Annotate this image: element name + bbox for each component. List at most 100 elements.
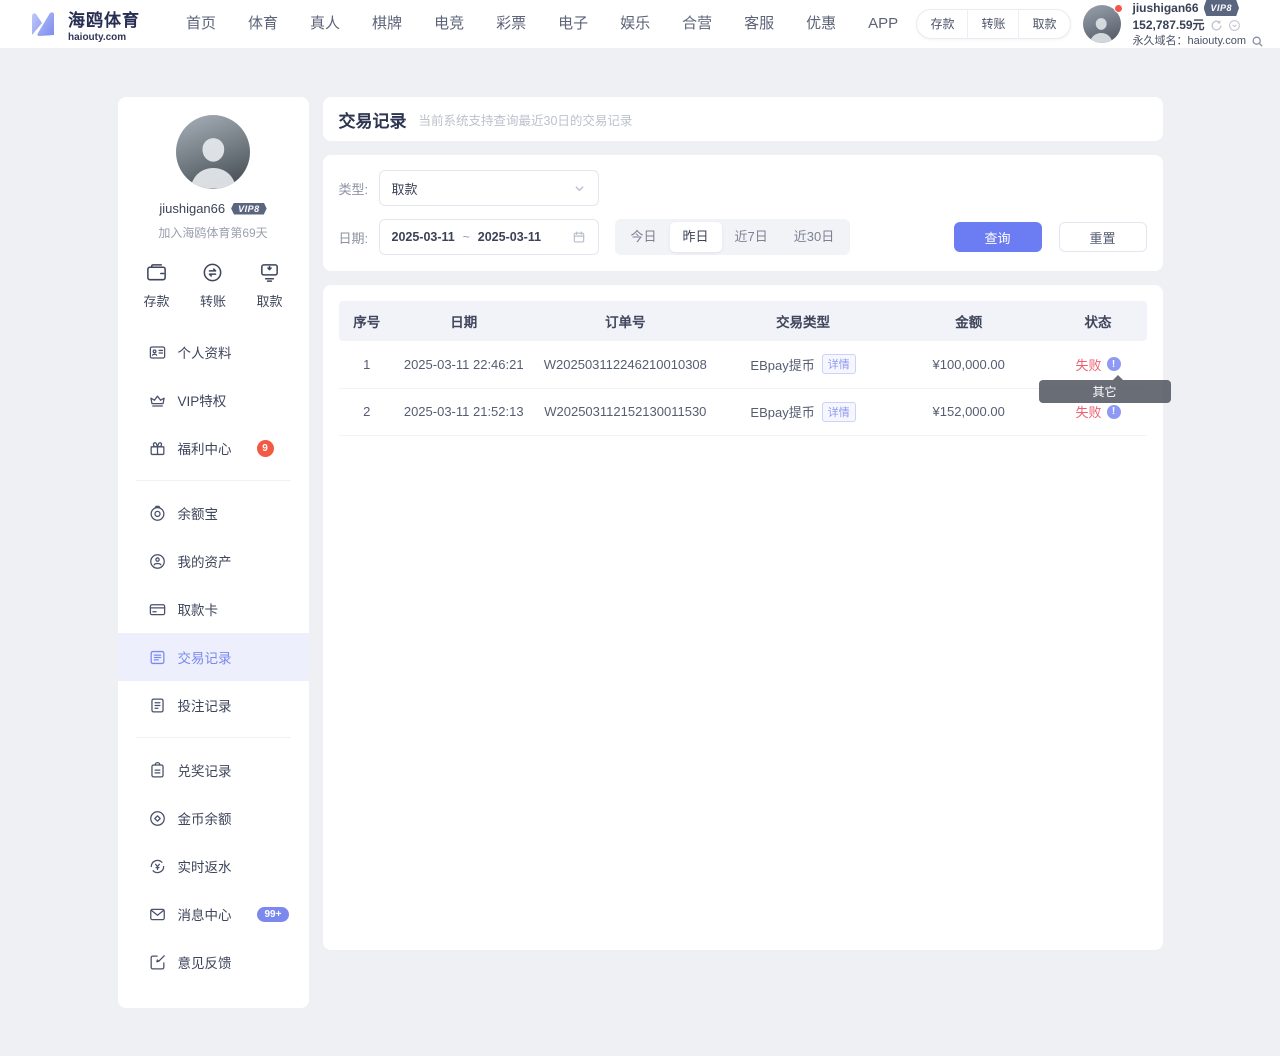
nav-item-partner[interactable]: 合营 bbox=[666, 0, 728, 48]
notification-dot bbox=[1114, 4, 1123, 13]
sidebar-item-profile[interactable]: 个人资料 bbox=[118, 328, 309, 376]
cell-date: 2025-03-11 21:52:13 bbox=[395, 388, 532, 435]
nav-item-service[interactable]: 客服 bbox=[728, 0, 790, 48]
transaction-records-icon bbox=[148, 648, 167, 667]
bank-card-icon bbox=[148, 600, 167, 619]
range-yesterday[interactable]: 昨日 bbox=[670, 222, 722, 252]
sidebar-item-transactions[interactable]: 交易记录 bbox=[118, 633, 309, 681]
search-button[interactable]: 查询 bbox=[954, 222, 1042, 252]
status-tooltip: 其它 bbox=[1039, 380, 1171, 403]
page-header: 交易记录 当前系统支持查询最近30日的交易记录 bbox=[323, 97, 1163, 141]
status-info-icon[interactable]: ! bbox=[1107, 405, 1121, 419]
sidebar-item-yuebao[interactable]: 余额宝 bbox=[118, 489, 309, 537]
header-type: 交易类型 bbox=[718, 301, 888, 341]
nav-item-entertainment[interactable]: 娱乐 bbox=[604, 0, 666, 48]
bet-records-icon bbox=[148, 696, 167, 715]
nav-item-app[interactable]: APP bbox=[852, 0, 914, 48]
cell-amount: ¥152,000.00 bbox=[888, 388, 1050, 435]
sidebar-item-coin-balance[interactable]: 金币余额 bbox=[118, 794, 309, 842]
nav-item-live[interactable]: 真人 bbox=[294, 0, 356, 48]
date-range-picker[interactable]: 2025-03-11 ~ 2025-03-11 bbox=[379, 219, 599, 255]
header-amount: 金额 bbox=[888, 301, 1050, 341]
brand-domain: haiouty.com bbox=[68, 32, 140, 43]
transactions-table: 序号 日期 订单号 交易类型 金额 状态 1 2025-03-11 22:46:… bbox=[339, 301, 1147, 436]
withdraw-icon bbox=[258, 261, 281, 284]
status-fail-label: 失败 bbox=[1075, 355, 1101, 374]
type-select[interactable]: 取款 bbox=[379, 170, 599, 206]
type-select-value: 取款 bbox=[392, 179, 418, 198]
sidebar-item-assets[interactable]: 我的资产 bbox=[118, 537, 309, 585]
header-date: 日期 bbox=[395, 301, 532, 341]
deposit-button[interactable]: 存款 bbox=[917, 10, 967, 38]
gift-icon bbox=[148, 439, 167, 458]
search-icon[interactable] bbox=[1251, 35, 1264, 48]
refresh-balance-icon[interactable] bbox=[1210, 19, 1223, 32]
nav-item-chess[interactable]: 棋牌 bbox=[356, 0, 418, 48]
transactions-table-card: 序号 日期 订单号 交易类型 金额 状态 1 2025-03-11 22:46:… bbox=[323, 285, 1163, 950]
cell-order-no: W202503112246210010308 bbox=[532, 341, 718, 388]
id-card-icon bbox=[148, 343, 167, 362]
sidebar-item-redeem-records[interactable]: 兑奖记录 bbox=[118, 746, 309, 794]
detail-tag[interactable]: 详情 bbox=[822, 354, 856, 374]
date-end: 2025-03-11 bbox=[478, 230, 541, 244]
withdraw-button[interactable]: 取款 bbox=[1018, 10, 1069, 38]
nav-item-home[interactable]: 首页 bbox=[170, 0, 232, 48]
withdraw-action[interactable]: 取款 bbox=[256, 261, 282, 310]
status-info-icon[interactable]: ! bbox=[1107, 357, 1121, 371]
sidebar-item-messages[interactable]: 消息中心 99+ bbox=[118, 890, 309, 938]
brand-name: 海鸥体育 bbox=[68, 6, 140, 31]
sidebar-item-feedback[interactable]: 意见反馈 bbox=[118, 938, 309, 986]
sidebar-item-bet-records[interactable]: 投注记录 bbox=[118, 681, 309, 729]
nav-item-esports[interactable]: 电竞 bbox=[418, 0, 480, 48]
calendar-icon bbox=[572, 230, 586, 244]
sidebar-item-vip[interactable]: VIP特权 bbox=[118, 376, 309, 424]
cell-index: 1 bbox=[339, 341, 396, 388]
reset-button[interactable]: 重置 bbox=[1059, 222, 1147, 252]
nav-item-promo[interactable]: 优惠 bbox=[790, 0, 852, 48]
nav-item-lottery[interactable]: 彩票 bbox=[480, 0, 542, 48]
welfare-badge: 9 bbox=[257, 440, 274, 457]
transfer-button[interactable]: 转账 bbox=[967, 10, 1018, 38]
cell-type: EBpay提币 详情 bbox=[718, 388, 888, 435]
top-navbar: 海鸥体育 haiouty.com 首页 体育 真人 棋牌 电竞 彩票 电子 娱乐… bbox=[0, 0, 1280, 48]
type-label: 类型: bbox=[339, 179, 379, 198]
sidebar-item-rebate[interactable]: 实时返水 bbox=[118, 842, 309, 890]
brand-logo[interactable]: 海鸥体育 haiouty.com bbox=[26, 6, 140, 43]
chevron-down-icon bbox=[573, 182, 586, 195]
vip-badge: VIP8 bbox=[1204, 0, 1240, 16]
header-status: 状态 bbox=[1050, 301, 1147, 341]
mail-icon bbox=[148, 905, 167, 924]
status-fail-label: 失败 bbox=[1075, 402, 1101, 421]
range-7days[interactable]: 近7日 bbox=[722, 222, 781, 252]
sidebar-item-withdraw-card[interactable]: 取款卡 bbox=[118, 585, 309, 633]
avatar[interactable] bbox=[1083, 5, 1121, 43]
clipboard-icon bbox=[148, 761, 167, 780]
transfer-icon bbox=[201, 261, 224, 284]
profile-avatar[interactable] bbox=[176, 115, 250, 189]
profile-username: jiushigan66 bbox=[159, 201, 225, 216]
range-30days[interactable]: 近30日 bbox=[781, 222, 847, 252]
deposit-action[interactable]: 存款 bbox=[144, 261, 170, 310]
table-row: 2 2025-03-11 21:52:13 W20250311215213001… bbox=[339, 388, 1147, 435]
header-order-no: 订单号 bbox=[532, 301, 718, 341]
nav-item-sports[interactable]: 体育 bbox=[232, 0, 294, 48]
coin-icon bbox=[148, 809, 167, 828]
brand-logo-icon bbox=[26, 7, 60, 41]
range-today[interactable]: 今日 bbox=[618, 222, 670, 252]
sidebar-item-welfare[interactable]: 福利中心 9 bbox=[118, 424, 309, 472]
table-row: 1 2025-03-11 22:46:21 W20250311224621001… bbox=[339, 341, 1147, 388]
chevron-down-circle-icon[interactable] bbox=[1228, 19, 1241, 32]
feedback-icon bbox=[148, 953, 167, 972]
cell-amount: ¥100,000.00 bbox=[888, 341, 1050, 388]
profile-joined-days: 加入海鸥体育第69天 bbox=[118, 224, 309, 241]
filter-panel: 类型: 取款 日期: 2025-03-11 ~ 2025-03-11 今日 昨日 bbox=[323, 155, 1163, 271]
sidebar: jiushigan66 VIP8 加入海鸥体育第69天 存款 转账 取款 个人资 bbox=[118, 97, 309, 1008]
wallet-quick-actions: 存款 转账 取款 bbox=[916, 9, 1070, 39]
main-content: 交易记录 当前系统支持查询最近30日的交易记录 类型: 取款 日期: 2025-… bbox=[323, 97, 1163, 950]
transfer-action[interactable]: 转账 bbox=[200, 261, 226, 310]
detail-tag[interactable]: 详情 bbox=[822, 402, 856, 422]
page-subtitle: 当前系统支持查询最近30日的交易记录 bbox=[419, 110, 633, 129]
sidebar-divider bbox=[136, 480, 291, 481]
nav-item-slots[interactable]: 电子 bbox=[542, 0, 604, 48]
assets-icon bbox=[148, 552, 167, 571]
